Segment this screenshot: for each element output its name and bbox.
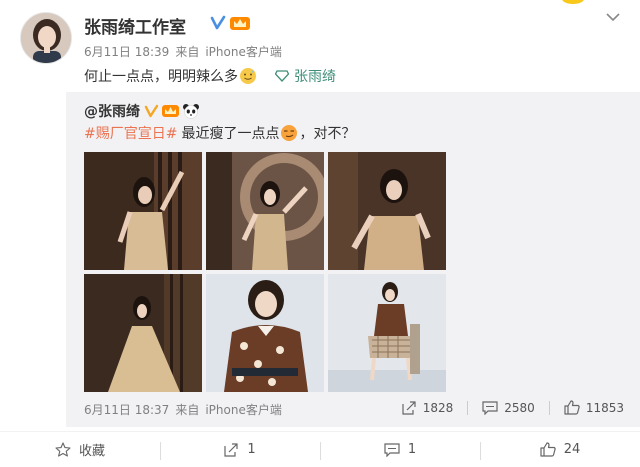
top-edge-decoration — [562, 0, 584, 4]
avatar[interactable] — [20, 12, 72, 64]
favorite-label: 收藏 — [78, 444, 105, 459]
retweet-source: iPhone客户端 — [205, 403, 282, 417]
stat-divider — [467, 400, 469, 415]
repost-icon — [224, 442, 238, 457]
chevron-down-icon[interactable] — [604, 10, 622, 24]
author-name[interactable]: 张雨绮工作室 — [84, 13, 186, 38]
retweet-repost-stat[interactable]: 1828 — [402, 400, 469, 415]
like-count: 24 — [563, 442, 581, 457]
star-icon — [55, 442, 71, 457]
retweet-date[interactable]: 6月11日 18:37 — [84, 403, 169, 417]
crown-badge-icon — [162, 105, 179, 117]
gold-dress-photo-1[interactable] — [84, 152, 202, 270]
retweet-body-b: ，对不？ — [299, 126, 356, 142]
plaid-skirt-photo-6[interactable] — [328, 274, 446, 392]
retweet-author[interactable]: @张雨绮 — [84, 101, 140, 121]
retweet-meta: 6月11日 18:37 来自 iPhone客户端 — [84, 401, 288, 418]
retweet-box: @张雨绮 #赐厂官宣日# 最近瘦了一点点 ，对不？ 6月11日 18:37 来自… — [66, 92, 640, 427]
retweet-like-count: 11853 — [585, 400, 624, 415]
retweet-text: #赐厂官宣日# 最近瘦了一点点 ，对不？ — [84, 123, 355, 143]
post-date[interactable]: 6月11日 18:39 — [84, 45, 169, 59]
smirk-emoji-icon — [281, 125, 298, 141]
repost-icon — [402, 400, 416, 415]
gold-dress-photo-3[interactable] — [328, 152, 446, 270]
repost-count: 1 — [247, 442, 256, 457]
panda-icon — [183, 104, 199, 119]
gold-gown-photo-4[interactable] — [84, 274, 202, 392]
retweet-comment-stat[interactable]: 2580 — [482, 400, 550, 415]
comment-count: 1 — [407, 442, 417, 457]
diamond-link-icon — [275, 70, 289, 82]
comment-icon — [482, 400, 498, 415]
verified-v-icon — [209, 14, 227, 32]
topic-link[interactable]: #赐厂官宣日# — [84, 123, 177, 143]
retweet-comment-count: 2580 — [504, 400, 535, 415]
floral-jacket-photo-5[interactable] — [206, 274, 324, 392]
sweat-smile-emoji-icon — [240, 68, 256, 84]
weibo-post-card: 张雨绮工作室 6月11日 18:39 来自 iPhone客户端 何止一点点，明明辣么… — [0, 0, 640, 467]
post-text: 何止一点点，明明辣么多 张雨绮 — [84, 66, 336, 86]
retweet-stats: 1828 2580 11853 — [388, 400, 624, 415]
mention-link[interactable]: 张雨绮 — [275, 66, 336, 86]
like-button[interactable]: 24 — [480, 432, 640, 467]
crown-badge-icon — [230, 17, 250, 30]
favorite-button[interactable]: 收藏 — [0, 432, 160, 467]
thumbs-up-icon — [540, 442, 556, 457]
gold-dress-photo-2[interactable] — [206, 152, 324, 270]
retweet-body-a: 最近瘦了一点点 — [181, 126, 280, 142]
comment-button[interactable]: 1 — [320, 432, 480, 467]
post-meta: 6月11日 18:39 来自 iPhone客户端 — [84, 43, 288, 60]
stat-divider — [548, 400, 550, 415]
retweet-like-stat[interactable]: 11853 — [564, 400, 624, 415]
thumbs-up-icon — [564, 400, 580, 415]
mention-link-label: 张雨绮 — [294, 69, 336, 85]
post-source: iPhone客户端 — [205, 45, 282, 59]
action-bar: 收藏 1 1 24 — [0, 431, 640, 467]
retweet-repost-count: 1828 — [422, 400, 454, 415]
repost-button[interactable]: 1 — [160, 432, 320, 467]
comment-icon — [384, 442, 400, 457]
retweet-source-prefix: 来自 — [175, 403, 200, 417]
verified-v-icon — [144, 104, 159, 117]
retweet-author-row: @张雨绮 — [84, 101, 200, 121]
source-prefix: 来自 — [175, 45, 200, 59]
post-body: 何止一点点，明明辣么多 — [84, 69, 238, 85]
